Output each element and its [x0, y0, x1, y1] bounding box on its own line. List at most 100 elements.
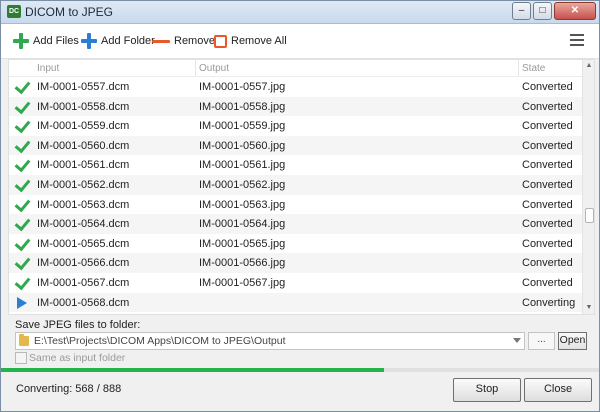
output-folder-path: E:\Test\Projects\DICOM Apps\DICOM to JPE…: [34, 335, 286, 347]
table-row[interactable]: IM-0001-0559.dcm IM-0001-0559.jpg Converte…: [9, 116, 582, 136]
input-file-cell: IM-0001-0562.dcm: [37, 178, 130, 191]
check-icon: [14, 156, 31, 173]
state-cell: Converted: [522, 159, 573, 172]
state-cell: Converted: [522, 257, 573, 270]
table-row[interactable]: IM-0001-0560.dcm IM-0001-0560.jpg Converte…: [9, 135, 582, 156]
input-file-cell: IM-0001-0559.dcm: [37, 120, 130, 133]
check-icon: [14, 214, 31, 232]
window-title: DICOM to JPEG: [25, 5, 114, 19]
output-file-cell: IM-0001-0557.jpg: [199, 81, 286, 93]
table-row[interactable]: IM-0001-0558.dcm IM-0001-0558.jpg Converte…: [9, 96, 582, 117]
state-cell: Converted: [522, 237, 573, 250]
add-folder-button[interactable]: Add Folder: [81, 32, 155, 50]
state-cell: Converted: [522, 178, 573, 191]
output-file-cell: IM-0001-0566.jpg: [199, 257, 286, 270]
header-state[interactable]: State: [522, 63, 545, 74]
output-file-cell: IM-0001-0565.jpg: [199, 237, 286, 250]
scroll-up-icon[interactable]: ▲: [583, 60, 594, 72]
plus-blue-icon: [81, 33, 97, 49]
state-cell: Converted: [522, 198, 573, 211]
chevron-down-icon[interactable]: [513, 338, 521, 343]
title-bar: DC DICOM to JPEG – □ ✕: [1, 1, 599, 24]
input-file-cell: IM-0001-0563.dcm: [37, 198, 130, 211]
app-window: DC DICOM to JPEG – □ ✕ Add Files Add Fol…: [0, 0, 600, 412]
save-folder-label: Save JPEG files to folder:: [15, 319, 141, 331]
close-button[interactable]: Close: [524, 378, 592, 402]
check-icon: [14, 97, 31, 114]
state-cell: Converted: [522, 81, 573, 93]
output-file-cell: IM-0001-0562.jpg: [199, 178, 286, 191]
table-row[interactable]: IM-0001-0568.dcm Converting: [9, 292, 582, 313]
state-cell: Converted: [522, 139, 573, 152]
toolbar: Add Files Add Folder Remove Remove All: [1, 24, 599, 59]
progress-fill: [1, 368, 384, 372]
remove-label: Remove: [174, 35, 215, 47]
file-table: Input Output State IM-0001-0557.dcm IM-00…: [8, 59, 595, 315]
maximize-button[interactable]: □: [533, 2, 552, 20]
output-file-cell: IM-0001-0567.jpg: [199, 276, 286, 289]
header-input[interactable]: Input: [37, 63, 59, 74]
table-row[interactable]: IM-0001-0564.dcm IM-0001-0564.jpg Converte…: [9, 214, 582, 234]
dicom-app-icon: DC: [7, 5, 21, 18]
input-file-cell: IM-0001-0561.dcm: [37, 159, 130, 172]
plus-green-icon: [13, 33, 29, 49]
menu-icon[interactable]: [570, 34, 584, 48]
minimize-button[interactable]: –: [512, 2, 531, 20]
check-icon: [14, 273, 31, 291]
check-icon: [14, 116, 31, 134]
input-file-cell: IM-0001-0564.dcm: [37, 218, 130, 231]
state-cell: Converted: [522, 100, 573, 113]
table-row[interactable]: IM-0001-0557.dcm IM-0001-0557.jpg Converte…: [9, 77, 582, 97]
table-row[interactable]: IM-0001-0561.dcm IM-0001-0561.jpg Converte…: [9, 155, 582, 175]
same-as-input-checkbox[interactable]: [15, 352, 27, 364]
output-file-cell: IM-0001-0561.jpg: [199, 159, 286, 172]
check-icon: [14, 77, 31, 95]
table-row[interactable]: IM-0001-0566.dcm IM-0001-0566.jpg Converte…: [9, 253, 582, 273]
input-file-cell: IM-0001-0560.dcm: [37, 139, 130, 152]
output-file-cell: IM-0001-0564.jpg: [199, 218, 286, 231]
state-cell: Converted: [522, 120, 573, 133]
output-folder-combobox[interactable]: E:\Test\Projects\DICOM Apps\DICOM to JPE…: [15, 332, 525, 350]
table-row[interactable]: IM-0001-0567.dcm IM-0001-0567.jpg Converte…: [9, 273, 582, 293]
same-as-input-label: Same as input folder: [29, 352, 126, 364]
header-output[interactable]: Output: [199, 63, 229, 74]
output-file-cell: IM-0001-0559.jpg: [199, 120, 286, 133]
output-file-cell: IM-0001-0560.jpg: [199, 139, 286, 152]
input-file-cell: IM-0001-0558.dcm: [37, 100, 130, 113]
column-divider[interactable]: [518, 60, 519, 76]
scroll-down-icon[interactable]: ▼: [583, 302, 594, 314]
check-icon: [14, 136, 31, 154]
state-cell: Converting: [522, 296, 576, 309]
minus-icon: [152, 39, 170, 43]
check-icon: [14, 195, 31, 212]
add-files-label: Add Files: [33, 35, 79, 47]
remove-button[interactable]: Remove: [152, 32, 215, 50]
input-file-cell: IM-0001-0567.dcm: [37, 276, 130, 289]
play-icon: [15, 296, 28, 309]
progress-bar: [1, 368, 599, 372]
stop-button[interactable]: Stop: [453, 378, 521, 402]
table-row[interactable]: IM-0001-0562.dcm IM-0001-0562.jpg Converte…: [9, 174, 582, 195]
scroll-thumb[interactable]: [585, 208, 594, 223]
close-window-button[interactable]: ✕: [554, 2, 596, 20]
state-cell: Converted: [522, 276, 573, 289]
table-row[interactable]: IM-0001-0565.dcm IM-0001-0565.jpg Converte…: [9, 234, 582, 254]
input-file-cell: IM-0001-0557.dcm: [37, 81, 130, 93]
column-divider[interactable]: [195, 60, 196, 76]
square-outline-icon: [214, 34, 227, 48]
browse-button[interactable]: ...: [528, 332, 555, 350]
open-folder-button[interactable]: Open: [558, 332, 587, 350]
check-icon: [14, 254, 31, 271]
input-file-cell: IM-0001-0566.dcm: [37, 257, 130, 270]
input-file-cell: IM-0001-0568.dcm: [37, 296, 130, 309]
conversion-status: Converting: 568 / 888: [16, 383, 122, 395]
check-icon: [14, 175, 31, 193]
add-files-button[interactable]: Add Files: [13, 32, 79, 50]
table-row[interactable]: IM-0001-0563.dcm IM-0001-0563.jpg Converte…: [9, 195, 582, 215]
input-file-cell: IM-0001-0565.dcm: [37, 237, 130, 250]
table-header: Input Output State: [9, 60, 582, 77]
output-file-cell: IM-0001-0563.jpg: [199, 198, 286, 211]
vertical-scrollbar[interactable]: ▲ ▼: [582, 60, 594, 314]
folder-icon: [19, 334, 29, 346]
remove-all-button[interactable]: Remove All: [214, 32, 287, 50]
